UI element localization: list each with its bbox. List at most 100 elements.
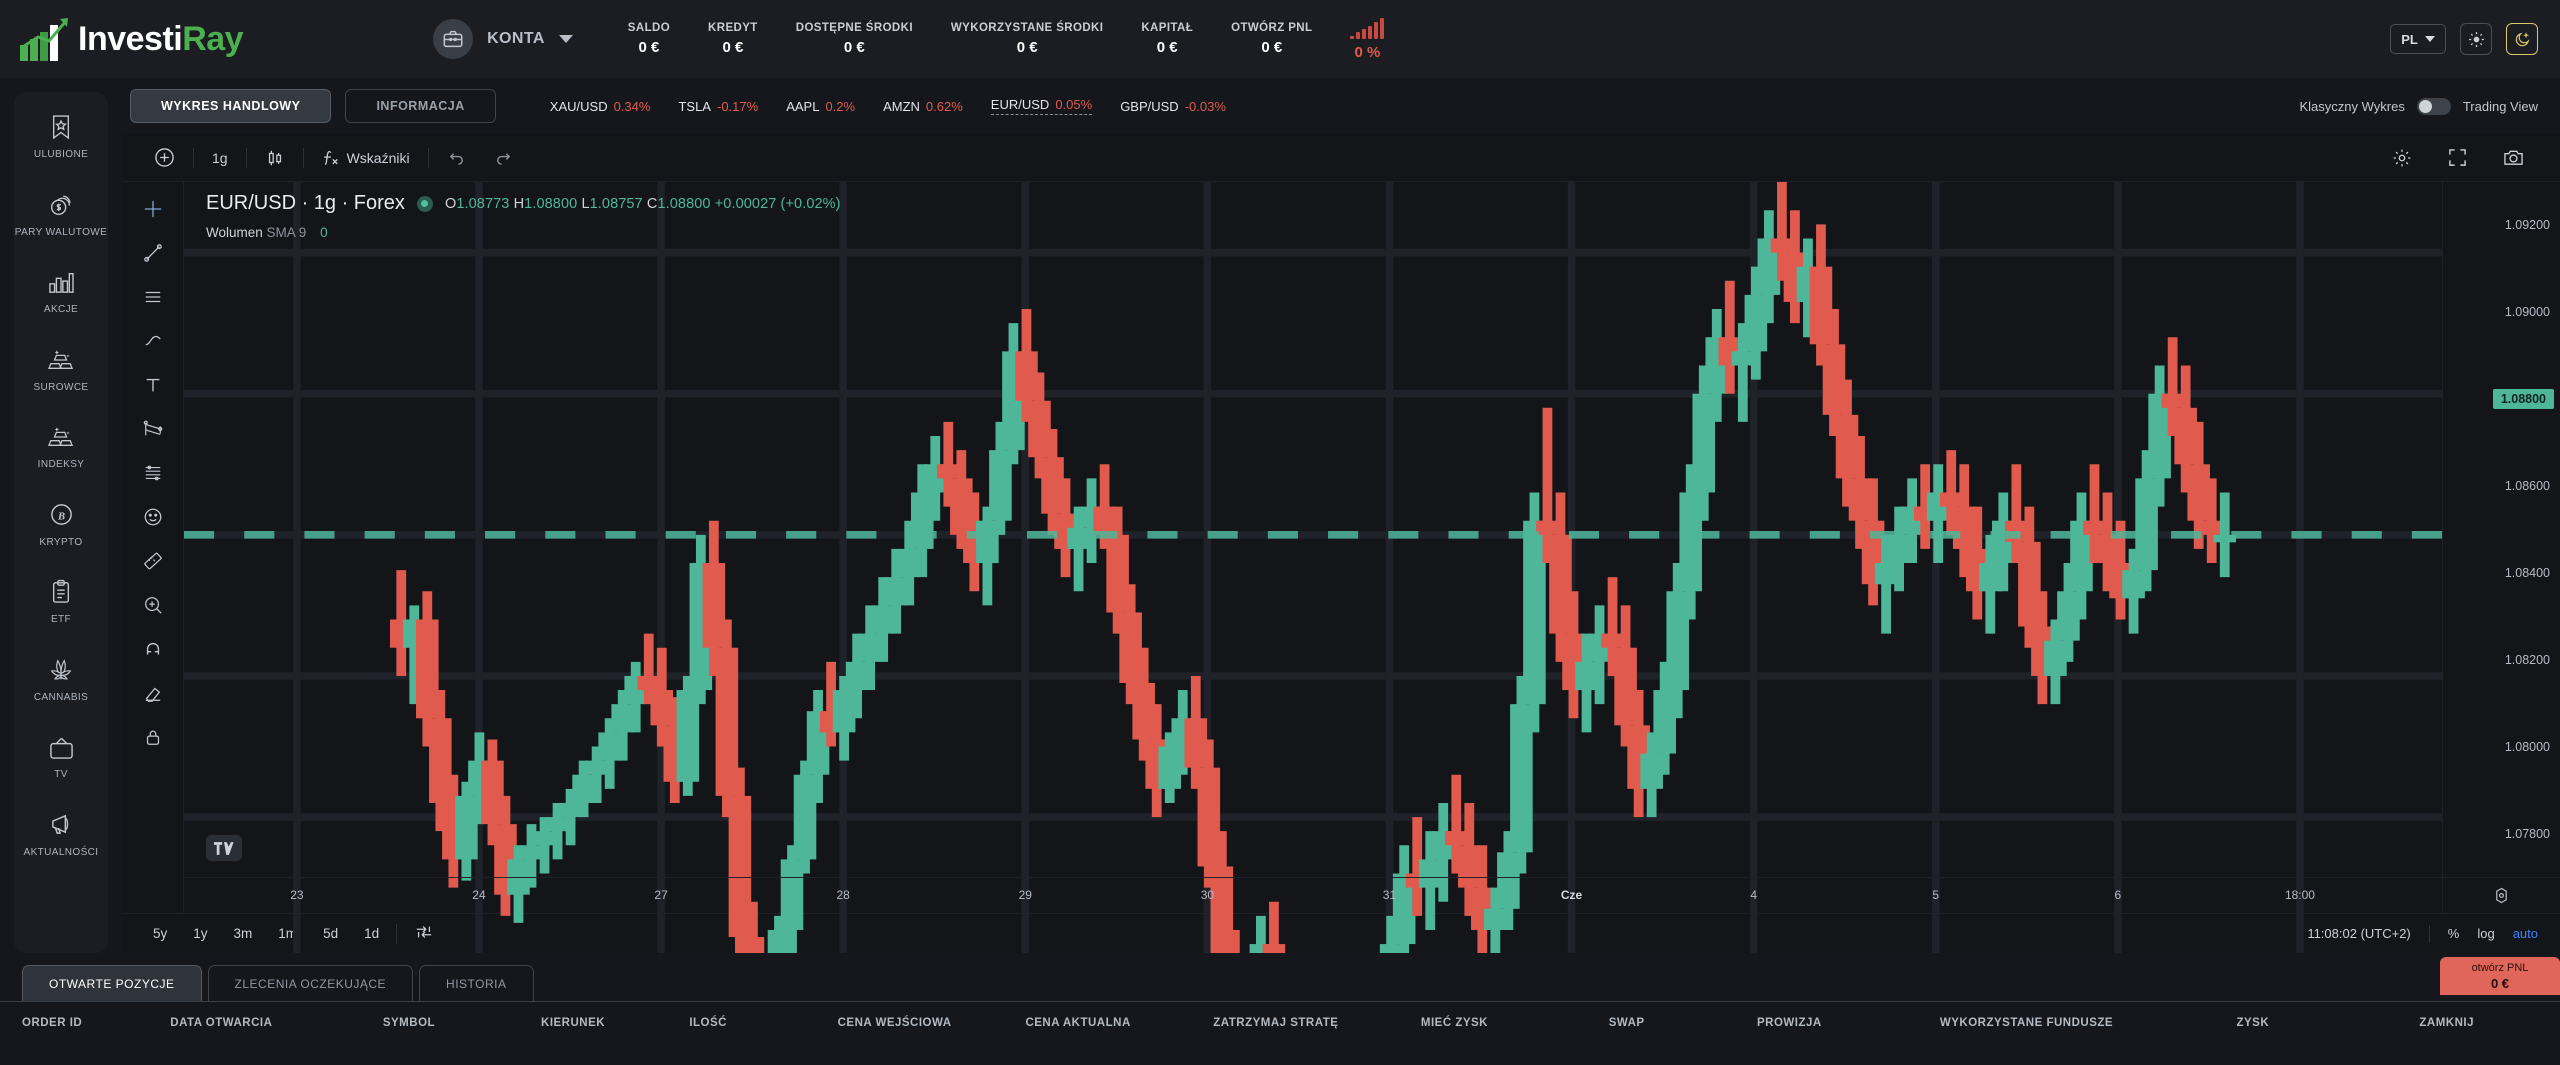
time-axis-tick: 23: [290, 888, 304, 902]
sidebar-label: AKTUALNOŚCI: [23, 846, 99, 858]
tab-informacja[interactable]: INFORMACJA: [345, 89, 496, 123]
add-symbol-button[interactable]: [140, 143, 189, 173]
sidebar-item-akcje[interactable]: AKCJE: [14, 263, 108, 321]
logo-text: InvestiRay: [78, 19, 244, 58]
time-axis-tick: 4: [1750, 888, 1758, 902]
chart-area: EUR/USD · 1g · Forex O1.08773 H1.08800 L…: [122, 182, 2560, 1065]
interval-button[interactable]: 1g: [198, 143, 242, 173]
sidebar-label: ULUBIONE: [33, 149, 89, 160]
candlestick-plot[interactable]: [184, 182, 2442, 1065]
sidebar-item-tv[interactable]: TV: [14, 728, 108, 786]
bar-chart-icon: [48, 267, 74, 297]
dark-theme-button[interactable]: [2506, 23, 2538, 55]
camera-button[interactable]: [2489, 143, 2538, 173]
column-header[interactable]: WYKORZYSTANE FUNDUSZE: [1940, 1017, 2237, 1029]
sidebar-item-krypto[interactable]: B KRYPTO: [14, 496, 108, 554]
megaphone-icon: [48, 810, 75, 840]
positions-table-header: ORDER ID DATA OTWARCIA SYMBOL KIERUNEK ILOŚĆ…: [0, 1001, 2560, 1043]
tab-wykres-handlowy[interactable]: WYKRES HANDLOWY: [130, 89, 332, 123]
column-header[interactable]: SWAP: [1609, 1017, 1757, 1029]
tab-otwarte-pozycje[interactable]: OTWARTE POZYCJE: [22, 965, 202, 1001]
account-selector[interactable]: KONTA: [433, 19, 573, 59]
ticker-gbp-usd[interactable]: GBP/USD -0.03%: [1120, 99, 1226, 114]
column-header[interactable]: CENA WEJŚCIOWA: [838, 1017, 1026, 1029]
price-axis-tick: 1.08400: [2504, 565, 2550, 580]
column-header[interactable]: ORDER ID: [22, 1017, 170, 1029]
sidebar-label: SUROWCE: [33, 381, 89, 393]
sidebar-item-etf[interactable]: ETF: [14, 573, 108, 631]
sidebar-item-surowce[interactable]: SUROWCE: [14, 341, 108, 399]
column-header[interactable]: SYMBOL: [383, 1017, 541, 1029]
price-axis[interactable]: 1.09200 1.09000 1.08800 1.08600 1.08400 1.082…: [2442, 182, 2560, 877]
app-logo[interactable]: InvestiRay: [18, 15, 244, 63]
sidebar-label: TV: [54, 769, 68, 780]
stat-kredyt: KREDYT 0 €: [708, 22, 758, 56]
timezone-icon[interactable]: [2493, 887, 2510, 904]
ticker-change: 0.62%: [925, 98, 963, 114]
undo-button[interactable]: [433, 143, 480, 173]
tradingview-watermark-icon: [206, 835, 242, 861]
column-header[interactable]: PROWIZJA: [1757, 1017, 1940, 1029]
chart-toolbar: 1g Wskaźniki: [122, 134, 2560, 182]
view-tab-row: WYKRES HANDLOWY INFORMACJA XAU/USD 0.34% …: [122, 78, 2560, 134]
emoji-icon[interactable]: [136, 502, 170, 532]
column-header[interactable]: ILOŚĆ: [689, 1017, 837, 1029]
sidebar-item-aktualnosci[interactable]: AKTUALNOŚCI: [14, 806, 108, 864]
column-header[interactable]: CENA AKTUALNA: [1025, 1017, 1213, 1029]
magnet-icon[interactable]: [136, 634, 170, 664]
chart-settings-button[interactable]: [2378, 143, 2426, 173]
pitchfork-icon[interactable]: [136, 414, 170, 444]
ticker-xau-usd[interactable]: XAU/USD 0.34%: [550, 99, 651, 114]
text-tool-icon[interactable]: [136, 370, 170, 400]
ticker-symbol: AAPL: [786, 98, 820, 114]
fib-retracement-icon[interactable]: [136, 458, 170, 488]
open-pnl-value: 0 €: [2490, 976, 2510, 991]
fullscreen-button[interactable]: [2434, 143, 2481, 173]
ruler-icon[interactable]: [136, 546, 170, 576]
sidebar-label: INDEKSY: [37, 459, 85, 470]
sidebar-item-pary-walutowe[interactable]: PARY WALUTOWE: [14, 186, 108, 244]
trendline-icon[interactable]: [136, 238, 170, 268]
column-header[interactable]: KIERUNEK: [541, 1017, 689, 1029]
column-header[interactable]: DATA OTWARCIA: [170, 1017, 383, 1029]
column-header[interactable]: ZYSK: [2236, 1017, 2419, 1029]
zoom-in-icon[interactable]: [136, 590, 170, 620]
crosshair-icon[interactable]: [136, 194, 170, 224]
time-axis-tick: 6: [2114, 888, 2122, 902]
horizontal-lines-icon[interactable]: [136, 282, 170, 312]
tab-historia[interactable]: HISTORIA: [419, 965, 534, 1001]
app-root: InvestiRay KONTA SALDO 0 € KREDYT 0 € DO…: [0, 0, 2560, 1065]
indicators-button[interactable]: Wskaźniki: [308, 143, 424, 173]
light-theme-button[interactable]: [2460, 23, 2492, 55]
account-stats: SALDO 0 € KREDYT 0 € DOSTĘPNE ŚRODKI 0 €…: [609, 17, 1404, 61]
log-scale-button[interactable]: log: [2477, 926, 2494, 941]
sidebar-item-ulubione[interactable]: ULUBIONE: [14, 108, 108, 166]
auto-scale-button[interactable]: auto: [2513, 926, 2538, 941]
price-axis-tick: 1.07800: [2504, 826, 2550, 841]
ticker-eur-usd[interactable]: EUR/USD 0.05%: [990, 97, 1093, 115]
ticker-aapl[interactable]: AAPL 0.2%: [786, 99, 855, 114]
eraser-icon[interactable]: [136, 678, 170, 708]
chart-mode-toggle[interactable]: [2416, 97, 2451, 115]
range-5y[interactable]: 5y: [140, 926, 180, 941]
tab-zlecenia-oczekujace[interactable]: ZLECENIA OCZEKUJĄCE: [207, 965, 414, 1001]
redo-button[interactable]: [480, 143, 527, 173]
ticker-tsla[interactable]: TSLA -0.17%: [678, 99, 758, 114]
time-axis[interactable]: 23 24 27 28 29 30 31 Cze 4 5 6 18:00: [184, 877, 2442, 913]
curve-icon[interactable]: [136, 326, 170, 356]
chart-mode-switch[interactable]: Klasyczny Wykres Trading View: [2299, 97, 2538, 115]
ticker-amzn[interactable]: AMZN 0.62%: [883, 99, 963, 114]
chart-type-button[interactable]: [251, 143, 299, 173]
percent-scale-button[interactable]: %: [2448, 926, 2460, 941]
ticker-strip: XAU/USD 0.34% TSLA -0.17% AAPL 0.2% AMZN 0.6…: [550, 97, 1226, 115]
sidebar-item-indeksy[interactable]: INDEKSY: [14, 418, 108, 476]
language-selector[interactable]: PL: [2390, 24, 2446, 54]
chart-plot-wrapper[interactable]: EUR/USD · 1g · Forex O1.08773 H1.08800 L…: [184, 182, 2442, 1065]
column-header[interactable]: MIEĆ ZYSK: [1421, 1017, 1609, 1029]
sidebar-label: PARY WALUTOWE: [14, 226, 108, 238]
ticker-symbol: TSLA: [678, 98, 711, 114]
sidebar-item-cannabis[interactable]: CANNABIS: [14, 651, 108, 709]
lock-icon[interactable]: [136, 722, 170, 752]
column-header[interactable]: ZATRZYMAJ STRATĘ: [1213, 1017, 1421, 1029]
column-header[interactable]: ZAMKNIJ: [2419, 1017, 2538, 1029]
